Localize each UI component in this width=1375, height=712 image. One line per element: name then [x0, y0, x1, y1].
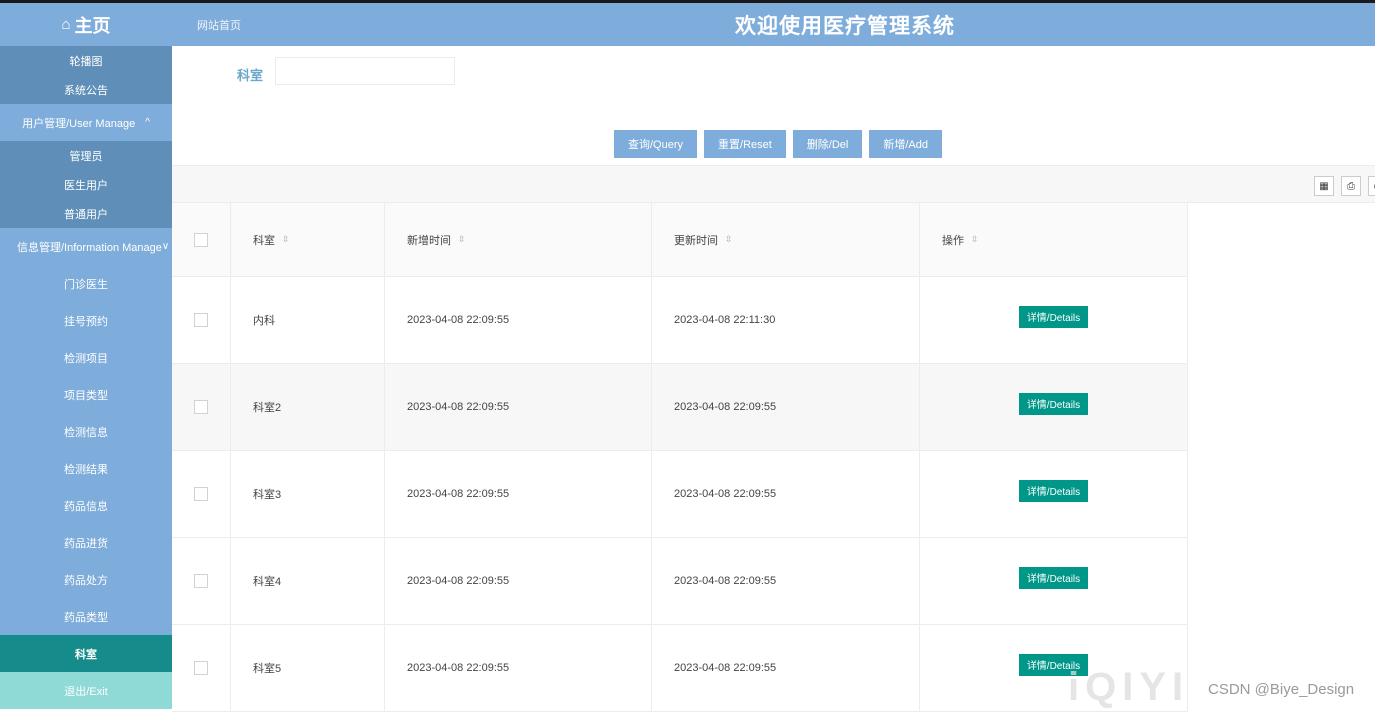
row-checkbox-cell	[172, 277, 231, 363]
cell-department: 内科	[231, 277, 385, 363]
export-icon[interactable]: ◎	[1368, 176, 1375, 196]
table-header-row: 科室 ⇳ 新增时间 ⇳ 更新时间 ⇳ 操作 ⇳	[172, 203, 1188, 277]
row-checkbox[interactable]	[194, 574, 208, 588]
cell-updated: 2023-04-08 22:09:55	[652, 625, 920, 711]
department-search-input[interactable]	[275, 57, 455, 85]
sort-icon[interactable]: ⇳	[971, 234, 979, 245]
cell-updated: 2023-04-08 22:09:55	[652, 364, 920, 450]
table-row: 内科 2023-04-08 22:09:55 2023-04-08 22:11:…	[172, 277, 1188, 364]
print-icon[interactable]: ⎙	[1341, 176, 1361, 196]
column-label: 新增时间	[407, 234, 451, 247]
sidebar-item-drug-info[interactable]: 药品信息	[0, 487, 172, 524]
cell-created: 2023-04-08 22:09:55	[385, 625, 652, 711]
cell-updated: 2023-04-08 22:09:55	[652, 451, 920, 537]
query-button[interactable]: 查询/Query	[614, 130, 698, 158]
table-row: 科室5 2023-04-08 22:09:55 2023-04-08 22:09…	[172, 625, 1188, 712]
column-header-created[interactable]: 新增时间 ⇳	[385, 203, 652, 276]
sidebar-item-prescription[interactable]: 药品处方	[0, 561, 172, 598]
video-watermark-logo: iQIYI	[1068, 665, 1190, 709]
sort-icon[interactable]: ⇳	[458, 234, 466, 245]
row-checkbox[interactable]	[194, 661, 208, 675]
sidebar: 轮播图 系统公告 用户管理/User Manage ^ 管理员 医生用户 普通用…	[0, 46, 172, 709]
sort-icon[interactable]: ⇳	[725, 234, 733, 245]
action-buttons: 查询/Query 重置/Reset 删除/Del 新增/Add	[614, 130, 943, 158]
sidebar-item-doctor-user[interactable]: 医生用户	[0, 170, 172, 199]
row-checkbox[interactable]	[194, 313, 208, 327]
sidebar-group-user-manage[interactable]: 用户管理/User Manage ^	[0, 104, 172, 141]
sidebar-item-registration[interactable]: 挂号预约	[0, 302, 172, 339]
sidebar-item-carousel[interactable]: 轮播图	[0, 46, 172, 75]
column-label: 更新时间	[674, 234, 718, 247]
details-button[interactable]: 详情/Details	[1018, 392, 1089, 415]
column-label: 科室	[253, 234, 275, 247]
author-watermark: CSDN @Biye_Design	[1208, 681, 1355, 698]
delete-button[interactable]: 删除/Del	[792, 130, 863, 158]
sidebar-item-department[interactable]: 科室	[0, 635, 172, 672]
sidebar-item-test-result[interactable]: 检测结果	[0, 450, 172, 487]
cell-created: 2023-04-08 22:09:55	[385, 451, 652, 537]
add-button[interactable]: 新增/Add	[869, 130, 943, 158]
sidebar-group-info-manage[interactable]: 信息管理/Information Manage ∨	[0, 228, 172, 265]
sidebar-item-project-type[interactable]: 项目类型	[0, 376, 172, 413]
sidebar-item-drug-type[interactable]: 药品类型	[0, 598, 172, 635]
sidebar-item-announcement[interactable]: 系统公告	[0, 75, 172, 104]
column-label: 操作	[942, 234, 964, 247]
row-checkbox[interactable]	[194, 400, 208, 414]
cell-created: 2023-04-08 22:09:55	[385, 538, 652, 624]
details-button[interactable]: 详情/Details	[1018, 479, 1089, 502]
cell-department: 科室5	[231, 625, 385, 711]
sidebar-item-drug-purchase[interactable]: 药品进货	[0, 524, 172, 561]
cell-updated: 2023-04-08 22:11:30	[652, 277, 920, 363]
search-label: 科室	[237, 68, 264, 83]
cell-updated: 2023-04-08 22:09:55	[652, 538, 920, 624]
cell-created: 2023-04-08 22:09:55	[385, 364, 652, 450]
columns-icon[interactable]: ▦	[1314, 176, 1334, 196]
sidebar-top-group: 轮播图 系统公告	[0, 46, 172, 104]
sidebar-group-label: 用户管理/User Manage	[22, 117, 136, 130]
chevron-up-icon: ^	[145, 117, 150, 128]
sidebar-item-test-info[interactable]: 检测信息	[0, 413, 172, 450]
sidebar-item-exit[interactable]: 退出/Exit	[0, 672, 172, 709]
column-header-department[interactable]: 科室 ⇳	[231, 203, 385, 276]
cell-actions: 详情/Details	[920, 364, 1188, 450]
column-header-updated[interactable]: 更新时间 ⇳	[652, 203, 920, 276]
cell-created: 2023-04-08 22:09:55	[385, 277, 652, 363]
header-bar: ⌂ 主页 网站首页 欢迎使用医疗管理系统	[0, 3, 1375, 46]
details-button[interactable]: 详情/Details	[1018, 305, 1089, 328]
select-all-checkbox[interactable]	[194, 232, 208, 247]
cell-department: 科室3	[231, 451, 385, 537]
table-row: 科室4 2023-04-08 22:09:55 2023-04-08 22:09…	[172, 538, 1188, 625]
page-title: 欢迎使用医疗管理系统	[735, 15, 955, 38]
sidebar-item-admin[interactable]: 管理员	[0, 141, 172, 170]
cell-actions: 详情/Details	[920, 451, 1188, 537]
cell-department: 科室2	[231, 364, 385, 450]
table-row: 科室2 2023-04-08 22:09:55 2023-04-08 22:09…	[172, 364, 1188, 451]
department-table: 科室 ⇳ 新增时间 ⇳ 更新时间 ⇳ 操作 ⇳ 内科 2023-04-08 22:09:…	[172, 203, 1188, 712]
table-toolbar: ▦ ⎙ ◎	[172, 165, 1375, 203]
row-checkbox-cell	[172, 451, 231, 537]
row-checkbox-cell	[172, 625, 231, 711]
table-row: 科室3 2023-04-08 22:09:55 2023-04-08 22:09…	[172, 451, 1188, 538]
column-header-actions[interactable]: 操作 ⇳	[920, 203, 1188, 276]
details-button[interactable]: 详情/Details	[1018, 566, 1089, 589]
header-checkbox-cell	[172, 203, 231, 276]
row-checkbox[interactable]	[194, 487, 208, 501]
cell-actions: 详情/Details	[920, 277, 1188, 363]
reset-button[interactable]: 重置/Reset	[704, 130, 786, 158]
row-checkbox-cell	[172, 538, 231, 624]
row-checkbox-cell	[172, 364, 231, 450]
sort-icon[interactable]: ⇳	[282, 234, 290, 245]
sidebar-item-test-project[interactable]: 检测项目	[0, 339, 172, 376]
sidebar-user-submenu: 管理员 医生用户 普通用户	[0, 141, 172, 228]
chevron-down-icon: ∨	[161, 241, 170, 252]
cell-department: 科室4	[231, 538, 385, 624]
sidebar-item-normal-user[interactable]: 普通用户	[0, 199, 172, 228]
sidebar-item-outpatient-doctor[interactable]: 门诊医生	[0, 265, 172, 302]
sidebar-group-label: 信息管理/Information Manage	[17, 241, 162, 254]
cell-actions: 详情/Details	[920, 538, 1188, 624]
